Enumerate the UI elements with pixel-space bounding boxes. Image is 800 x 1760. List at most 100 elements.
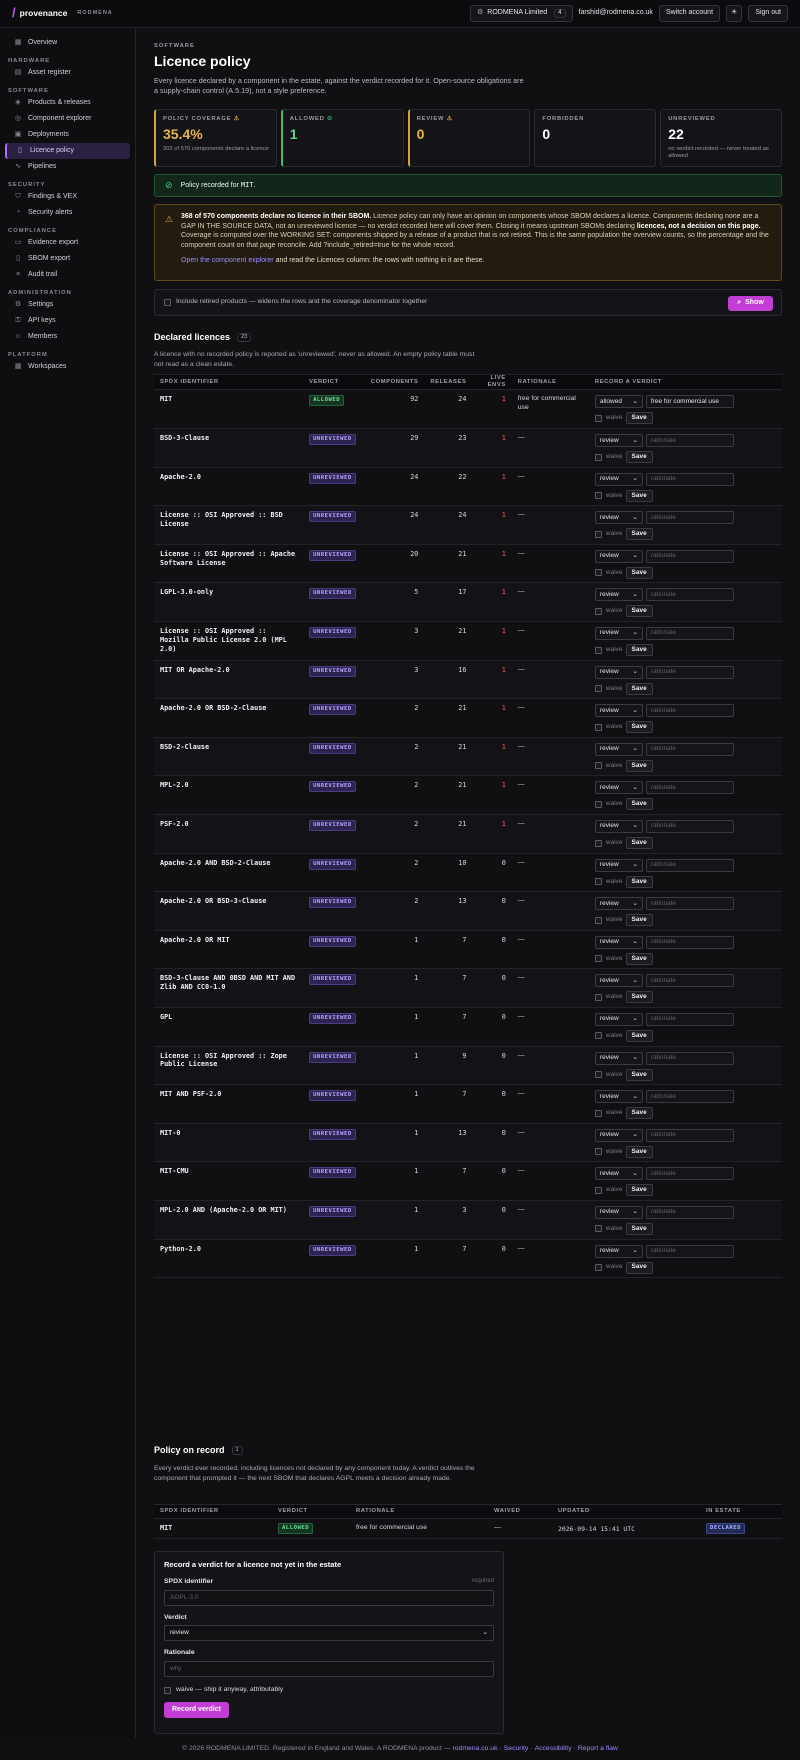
- verdict-select[interactable]: review ⌄: [594, 472, 643, 486]
- save-button[interactable]: Save: [625, 412, 653, 425]
- save-button[interactable]: Save: [625, 566, 653, 579]
- waive-checkbox[interactable]: [594, 569, 602, 577]
- save-button[interactable]: Save: [625, 528, 653, 541]
- rationale-input[interactable]: rationale: [645, 1051, 734, 1065]
- save-button[interactable]: Save: [625, 952, 653, 965]
- show-button[interactable]: ⌕ Show: [728, 296, 773, 311]
- save-button[interactable]: Save: [625, 798, 653, 811]
- save-button[interactable]: Save: [625, 489, 653, 502]
- waive-checkbox[interactable]: [594, 993, 602, 1001]
- waive-checkbox[interactable]: [594, 492, 602, 500]
- waive-checkbox[interactable]: [594, 762, 602, 770]
- waive-checkbox[interactable]: [594, 1186, 602, 1194]
- save-button[interactable]: Save: [625, 914, 653, 927]
- sidebar-item-evidence-export[interactable]: ▭ Evidence export: [5, 235, 130, 251]
- waive-checkbox[interactable]: [594, 878, 602, 886]
- component-explorer-link[interactable]: Open the component explorer: [181, 257, 274, 264]
- rationale-input[interactable]: rationale: [645, 781, 734, 795]
- waive-checkbox[interactable]: [594, 723, 602, 731]
- sidebar-item-licence-policy[interactable]: ▯ Licence policy: [5, 143, 130, 159]
- rationale-input[interactable]: rationale: [645, 1205, 734, 1219]
- save-button[interactable]: Save: [625, 644, 653, 657]
- switch-account-button[interactable]: Switch account: [658, 5, 721, 22]
- waive-checkbox[interactable]: [594, 1032, 602, 1040]
- rationale-input[interactable]: rationale: [645, 549, 734, 563]
- verdict-select[interactable]: review ⌄: [594, 511, 643, 525]
- save-button[interactable]: Save: [625, 451, 653, 464]
- sidebar-item-asset-register[interactable]: ▤ Asset register: [5, 65, 130, 81]
- waive-checkbox[interactable]: [594, 800, 602, 808]
- verdict-select[interactable]: review ⌄: [594, 1167, 643, 1181]
- sidebar-item-products[interactable]: ◈ Products & releases: [5, 95, 130, 111]
- verdict-select[interactable]: review ⌄: [594, 935, 643, 949]
- sign-out-button[interactable]: Sign out: [748, 5, 788, 22]
- verdict-select[interactable]: review ⌄: [594, 665, 643, 679]
- waive-checkbox[interactable]: [594, 646, 602, 654]
- sidebar-item-security-alerts[interactable]: ◔ Security alerts: [5, 205, 130, 221]
- waive-checkbox[interactable]: [594, 1148, 602, 1156]
- verdict-select[interactable]: review ⌄: [594, 434, 643, 448]
- verdict-select[interactable]: review ⌄: [594, 974, 643, 988]
- sidebar-item-sbom-export[interactable]: ▯ SBOM export: [5, 251, 130, 267]
- waive-checkbox[interactable]: [594, 916, 602, 924]
- rationale-input[interactable]: rationale: [645, 588, 734, 602]
- waive-checkbox[interactable]: [594, 1071, 602, 1079]
- verdict-select[interactable]: review ⌄: [594, 1012, 643, 1026]
- verdict-select[interactable]: review ⌄: [594, 897, 643, 911]
- save-button[interactable]: Save: [625, 1222, 653, 1235]
- save-button[interactable]: Save: [625, 991, 653, 1004]
- sidebar-item-workspaces[interactable]: ▦ Workspaces: [5, 359, 130, 375]
- verdict-select[interactable]: review ⌄: [164, 1625, 494, 1642]
- waive-checkbox[interactable]: [594, 530, 602, 538]
- sidebar-item-settings[interactable]: ⚙ Settings: [5, 297, 130, 313]
- save-button[interactable]: Save: [625, 837, 653, 849]
- sidebar-item-audit-trail[interactable]: ≡ Audit trail: [5, 267, 130, 283]
- rationale-input[interactable]: rationale: [645, 935, 734, 949]
- logo[interactable]: / provenance RODMENA: [12, 5, 113, 21]
- sidebar-item-members[interactable]: ☺ Members: [5, 329, 130, 345]
- include-retired-checkbox[interactable]: [164, 299, 171, 306]
- sidebar-item-overview[interactable]: ▦ Overview: [5, 35, 130, 51]
- waive-checkbox[interactable]: [594, 1225, 602, 1233]
- record-verdict-button[interactable]: Record verdict: [164, 1702, 229, 1719]
- verdict-select[interactable]: review ⌄: [594, 1051, 643, 1065]
- save-button[interactable]: Save: [625, 605, 653, 618]
- save-button[interactable]: Save: [625, 1145, 653, 1158]
- rationale-input[interactable]: rationale: [645, 1128, 734, 1142]
- verdict-select[interactable]: review ⌄: [594, 858, 643, 872]
- sidebar-item-pipelines[interactable]: ∿ Pipelines: [5, 159, 130, 175]
- rationale-input[interactable]: rationale: [645, 858, 734, 872]
- account-switcher[interactable]: ⚙ RODMENA Limited 4: [469, 5, 573, 22]
- rationale-input[interactable]: rationale: [645, 665, 734, 679]
- rationale-input[interactable]: rationale: [645, 704, 734, 718]
- rationale-input[interactable]: rationale: [645, 897, 734, 911]
- verdict-select[interactable]: review ⌄: [594, 1128, 643, 1142]
- rationale-input[interactable]: free for commercial use: [645, 395, 734, 409]
- verdict-select[interactable]: review ⌄: [594, 1090, 643, 1104]
- waive-checkbox[interactable]: [594, 414, 602, 422]
- rationale-input[interactable]: rationale: [645, 1090, 734, 1104]
- waive-checkbox[interactable]: [594, 607, 602, 615]
- sidebar-item-findings[interactable]: ⛉ Findings & VEX: [5, 189, 130, 205]
- verdict-select[interactable]: review ⌄: [594, 781, 643, 795]
- rationale-input[interactable]: rationale: [645, 434, 734, 448]
- save-button[interactable]: Save: [625, 875, 653, 888]
- save-button[interactable]: Save: [625, 1261, 653, 1274]
- save-button[interactable]: Save: [625, 721, 653, 734]
- rationale-input[interactable]: rationale: [645, 511, 734, 525]
- rationale-input[interactable]: rationale: [645, 1012, 734, 1026]
- rationale-input[interactable]: rationale: [645, 472, 734, 486]
- sidebar-item-api-keys[interactable]: ⚿ API keys: [5, 313, 130, 329]
- rationale-input[interactable]: rationale: [645, 1167, 734, 1181]
- sidebar-item-component-explorer[interactable]: ◎ Component explorer: [5, 111, 130, 127]
- footer-security-link[interactable]: Security: [504, 1745, 529, 1753]
- waive-checkbox[interactable]: [164, 1686, 171, 1694]
- rationale-input[interactable]: rationale: [645, 1244, 734, 1258]
- save-button[interactable]: Save: [625, 1107, 653, 1120]
- waive-checkbox[interactable]: [594, 453, 602, 461]
- rationale-input[interactable]: why: [164, 1660, 494, 1677]
- verdict-select[interactable]: review ⌄: [594, 627, 643, 641]
- verdict-select[interactable]: review ⌄: [594, 742, 643, 756]
- footer-report-link[interactable]: Report a flaw: [578, 1745, 618, 1753]
- rationale-input[interactable]: rationale: [645, 974, 734, 988]
